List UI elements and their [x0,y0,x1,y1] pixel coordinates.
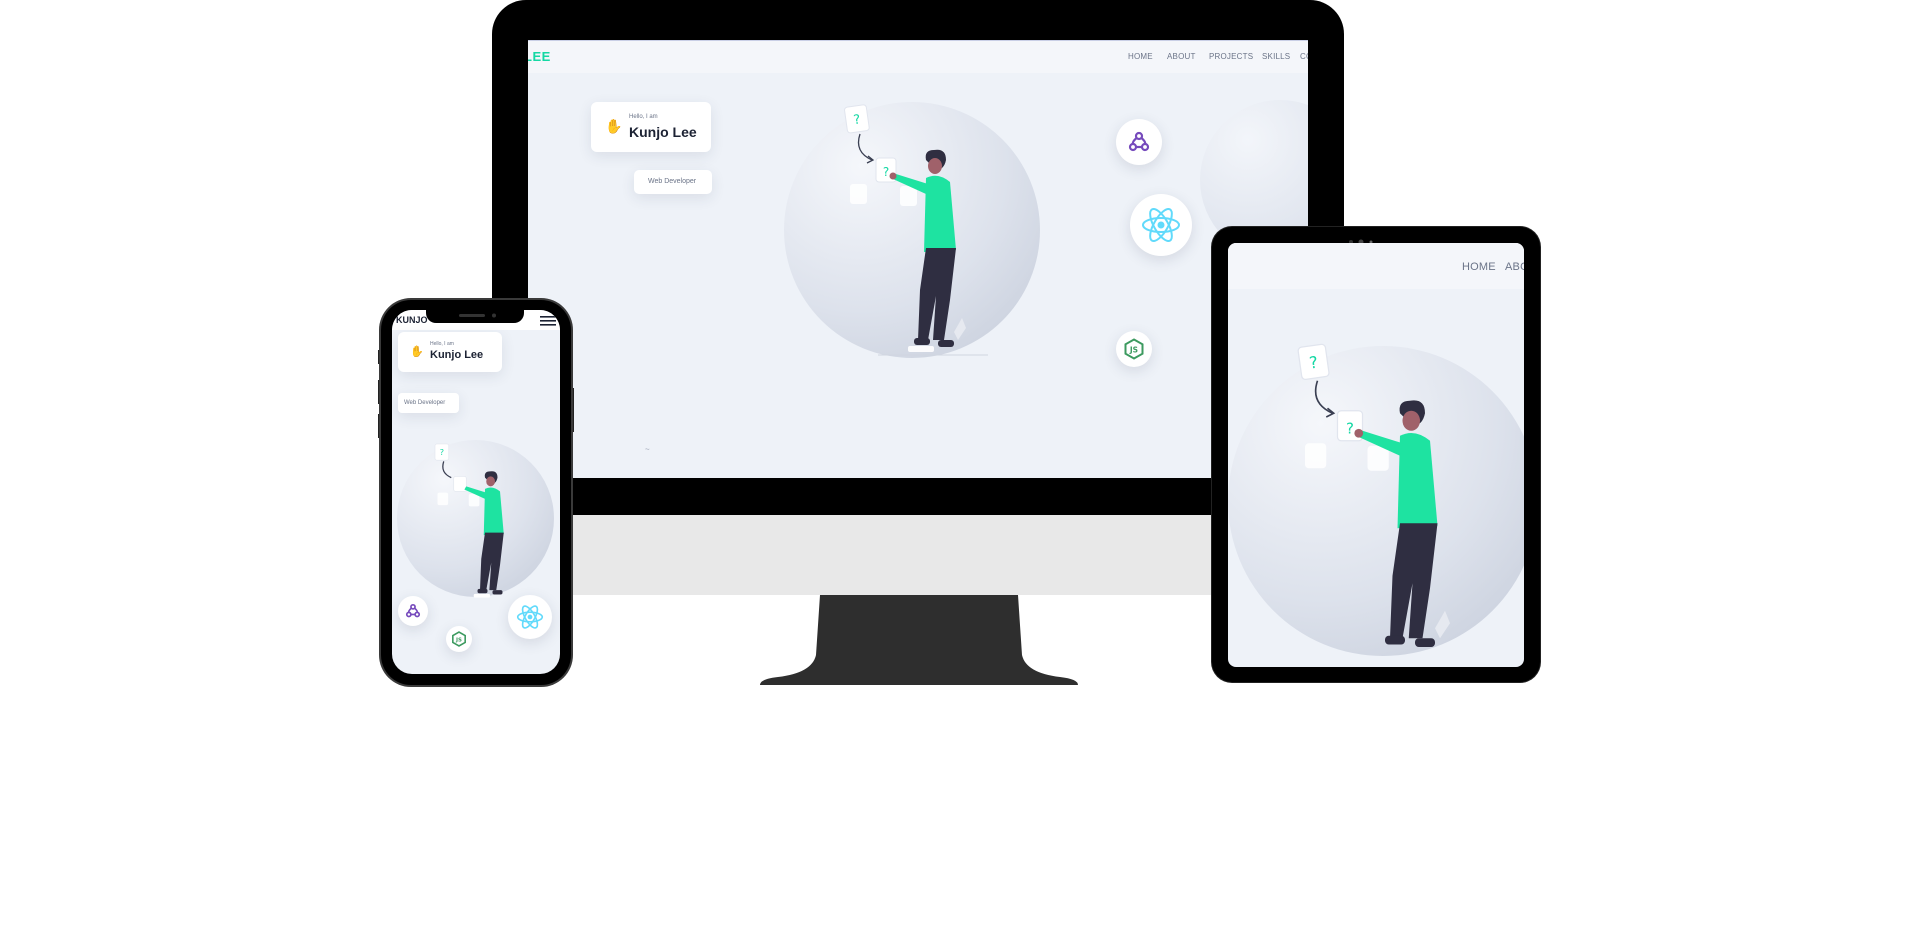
tablet-nav-about[interactable]: ABO [1505,261,1524,273]
phone-nodejs-icon: JS [446,626,472,652]
greeting-card: ✋ Hello, I am Kunjo Lee [591,102,711,152]
svg-text:JS: JS [455,638,462,644]
nav-about[interactable]: ABOUT [1167,52,1196,61]
tablet-camera [1346,232,1376,245]
svg-text:?: ? [883,165,889,179]
phone-role-text: Web Developer [404,400,446,406]
phone-wave-hand-icon: ✋ [410,346,424,358]
nav-skills[interactable]: SKILLS [1262,52,1290,61]
role-text: Web Developer [648,178,697,185]
nav-contact[interactable]: CO [1300,52,1308,61]
svg-text:JS: JS [1129,346,1138,355]
monitor-screen: LEE HOME ABOUT PROJECTS SKILLS CO ✋ Hell… [528,40,1308,478]
monitor-stand [760,595,1078,685]
hamburger-menu-icon[interactable] [540,314,556,326]
phone-redux-icon [398,596,428,626]
greeting-text: Hello, I am [629,114,658,120]
logo[interactable]: LEE [528,49,551,64]
svg-text:?: ? [1346,419,1354,437]
tablet-navbar: HOME ABO [1228,243,1524,289]
hero-name: Kunjo Lee [629,124,697,140]
phone-logo[interactable]: KUNJO [396,315,428,325]
tablet-screen: HOME ABO ? ? [1228,243,1524,667]
tablet-developer-illustration: ? ? [1290,338,1490,666]
monitor-chin [560,515,1260,595]
phone-developer-illustration: ? [430,440,530,604]
nodejs-icon: JS [1116,331,1152,367]
phone-notch [426,309,524,323]
tablet-nav-home[interactable]: HOME [1462,261,1496,273]
navbar: LEE HOME ABOUT PROJECTS SKILLS CO [528,40,1308,73]
wave-hand-icon: ✋ [605,118,623,134]
phone-screen: KUNJO ✋ Hello, I am Kunjo Lee Web Develo… [392,310,560,674]
scroll-indicator: ~ [645,445,650,454]
nav-home[interactable]: HOME [1128,52,1153,61]
phone-greeting-card: ✋ Hello, I am Kunjo Lee [398,332,502,372]
phone-react-icon [508,595,552,639]
phone-role-card: Web Developer [398,393,459,413]
redux-icon [1116,119,1162,165]
svg-text:?: ? [440,447,444,457]
developer-illustration: ? ? [838,100,998,362]
react-icon [1130,194,1192,256]
nav-projects[interactable]: PROJECTS [1209,52,1253,61]
phone-hero-name: Kunjo Lee [430,349,484,361]
role-card: Web Developer [634,170,712,194]
phone-greeting-text: Hello, I am [430,341,454,347]
